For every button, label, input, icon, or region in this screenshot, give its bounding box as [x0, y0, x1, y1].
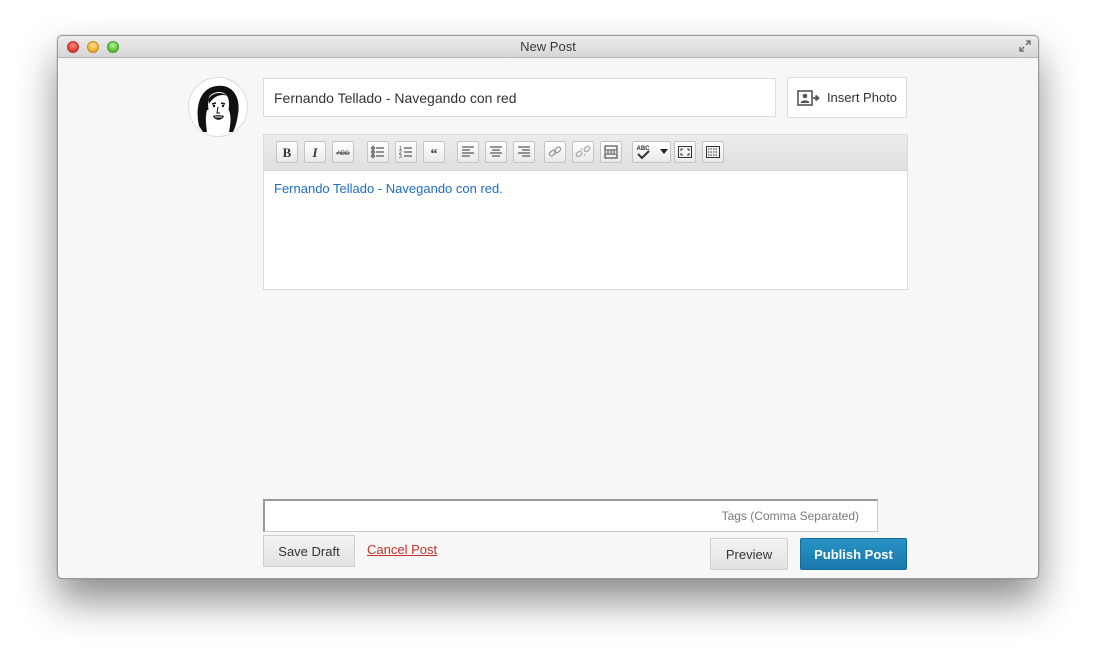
distraction-free-icon [678, 146, 692, 158]
strikethrough-icon: ABC [336, 151, 350, 157]
author-avatar [189, 78, 247, 136]
title-bar[interactable]: New Post [58, 36, 1038, 58]
italic-button[interactable]: I [304, 141, 326, 163]
post-title-input[interactable] [263, 78, 776, 117]
align-center-button[interactable] [485, 141, 507, 163]
bulleted-list-icon [371, 146, 384, 158]
spellcheck-icon: ABC [637, 146, 650, 160]
svg-text:“: “ [431, 147, 438, 159]
new-post-window: New Post Insert Photo [57, 35, 1039, 579]
read-more-button[interactable] [600, 141, 622, 163]
strikethrough-label: ABC [337, 151, 350, 157]
cancel-post-link[interactable]: Cancel Post [367, 542, 437, 557]
preview-label: Preview [725, 546, 773, 562]
editor-toolbar: B I ABC 1 2 3 “ ABC [264, 135, 907, 171]
insert-photo-button[interactable]: Insert Photo [787, 77, 907, 118]
link-icon [548, 146, 562, 157]
kitchen-sink-button[interactable] [702, 141, 724, 163]
bold-button[interactable]: B [276, 141, 298, 163]
fullscreen-editor-button[interactable] [674, 141, 696, 163]
save-draft-label: Save Draft [278, 543, 340, 559]
bulleted-list-button[interactable] [367, 141, 389, 163]
strikethrough-button[interactable]: ABC [332, 141, 354, 163]
post-body-editor: B I ABC 1 2 3 “ ABC Fernando Tellado - N… [263, 134, 908, 290]
caret-down-icon [659, 149, 668, 154]
bold-icon: B [283, 145, 292, 159]
svg-text:I: I [311, 145, 318, 159]
insert-link-button[interactable] [544, 141, 566, 163]
post-body-text: Fernando Tellado - Navegando con red. [274, 181, 503, 196]
fullscreen-icon[interactable] [1018, 39, 1032, 53]
svg-text:B: B [283, 145, 292, 159]
publish-label: Publish Post [814, 546, 893, 562]
align-center-icon [490, 146, 502, 157]
blockquote-icon: “ [431, 147, 438, 159]
read-more-icon [604, 145, 618, 159]
insert-photo-icon [797, 89, 820, 106]
align-right-button[interactable] [513, 141, 535, 163]
blockquote-button[interactable]: “ [423, 141, 445, 163]
publish-post-button[interactable]: Publish Post [800, 538, 907, 570]
svg-text:3: 3 [399, 154, 402, 159]
spellcheck-dropdown-button[interactable] [657, 141, 671, 163]
italic-icon: I [311, 145, 318, 159]
remove-link-button[interactable] [572, 141, 594, 163]
insert-photo-label: Insert Photo [826, 90, 898, 105]
preview-button[interactable]: Preview [710, 538, 788, 570]
numbered-list-icon: 1 2 3 [399, 146, 412, 159]
post-body-content[interactable]: Fernando Tellado - Navegando con red. [264, 171, 907, 206]
align-right-icon [518, 146, 530, 157]
align-left-icon [462, 146, 474, 157]
spellcheck-button[interactable]: ABC [632, 141, 658, 163]
align-left-button[interactable] [457, 141, 479, 163]
unlink-icon [575, 145, 591, 158]
kitchen-sink-icon [706, 146, 720, 158]
window-title: New Post [520, 39, 576, 54]
numbered-list-button[interactable]: 1 2 3 [395, 141, 417, 163]
tags-input[interactable] [263, 499, 878, 532]
save-draft-button[interactable]: Save Draft [263, 535, 355, 567]
avatar-portrait-icon [189, 78, 247, 136]
